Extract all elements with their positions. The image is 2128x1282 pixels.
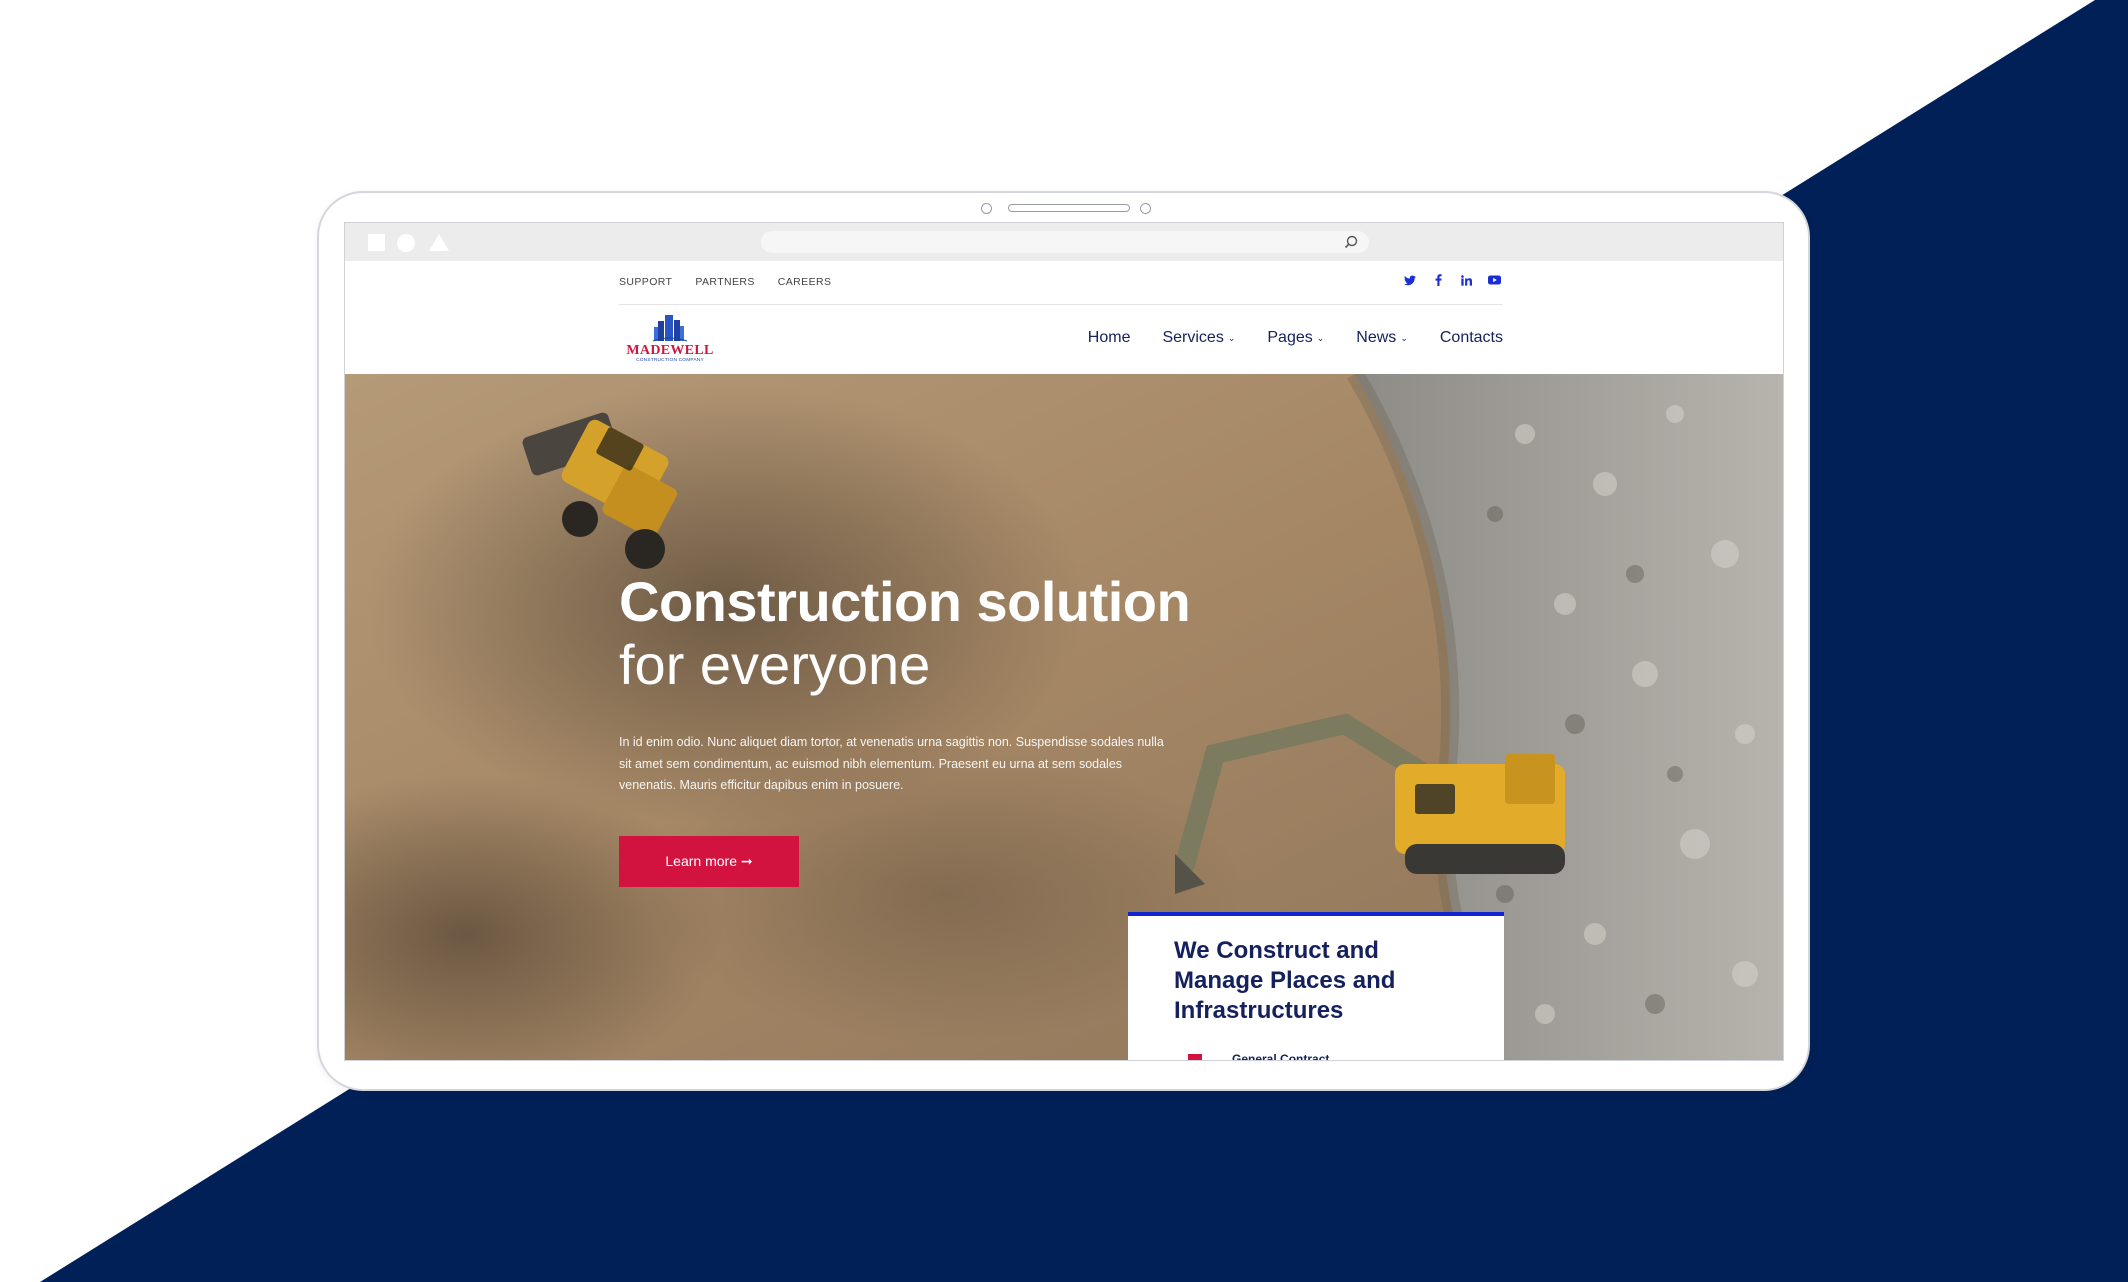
twitter-icon[interactable] bbox=[1403, 273, 1417, 287]
intro-card-item[interactable]: General Contract bbox=[1232, 1052, 1329, 1060]
hero-section: Construction solution for everyone In id… bbox=[345, 374, 1783, 1060]
hero-description: In id enim odio. Nunc aliquet diam torto… bbox=[619, 735, 1164, 792]
intro-card-title: We Construct and Manage Places and Infra… bbox=[1174, 937, 1396, 1024]
nav-news[interactable]: News ⌄ bbox=[1356, 329, 1408, 347]
nav-home[interactable]: Home bbox=[1088, 329, 1131, 347]
logo-subtitle: Construction Company bbox=[636, 358, 704, 363]
top-utility-bar: SUPPORT PARTNERS CAREERS bbox=[345, 261, 1783, 305]
nav-pages-label: Pages bbox=[1267, 329, 1313, 346]
facebook-icon[interactable] bbox=[1431, 273, 1445, 287]
nav-home-label: Home bbox=[1087, 329, 1131, 346]
main-nav: Home Services ⌄ Pages ⌄ News ⌄ Contacts bbox=[1088, 329, 1503, 347]
speaker-slot bbox=[1008, 204, 1130, 212]
chevron-down-icon: ⌄ bbox=[1400, 332, 1408, 343]
camera-dot-right bbox=[1140, 203, 1151, 214]
browser-chrome bbox=[345, 223, 1783, 261]
square-icon[interactable] bbox=[368, 234, 385, 251]
search-icon[interactable] bbox=[1343, 234, 1359, 250]
site-logo[interactable]: Madewell Construction Company bbox=[625, 311, 715, 365]
nav-pages[interactable]: Pages ⌄ bbox=[1267, 329, 1324, 347]
youtube-icon[interactable] bbox=[1487, 273, 1501, 287]
chevron-down-icon: ⌄ bbox=[1316, 332, 1325, 343]
address-bar[interactable] bbox=[761, 231, 1369, 253]
utility-links: SUPPORT PARTNERS CAREERS bbox=[619, 276, 831, 288]
circle-icon[interactable] bbox=[397, 234, 415, 252]
main-header: Madewell Construction Company Home Servi… bbox=[345, 305, 1783, 374]
general-contract-icon bbox=[1188, 1054, 1202, 1060]
learn-more-button[interactable]: Learn more ➞ bbox=[619, 836, 799, 887]
nav-contacts-label: Contacts bbox=[1439, 329, 1503, 346]
intro-card: We Construct and Manage Places and Infra… bbox=[1128, 912, 1504, 1060]
hero-title-line2: for everyone bbox=[619, 633, 931, 696]
logo-buildings-icon bbox=[652, 315, 688, 342]
linkedin-icon[interactable] bbox=[1459, 273, 1473, 287]
camera-dot-left bbox=[981, 203, 992, 214]
triangle-icon[interactable] bbox=[429, 234, 449, 251]
support-link[interactable]: SUPPORT bbox=[619, 276, 672, 288]
careers-link[interactable]: CAREERS bbox=[778, 276, 832, 288]
browser-window: SUPPORT PARTNERS CAREERS MADEWELL CONSTR… bbox=[344, 222, 1784, 1061]
nav-news-label: News bbox=[1356, 329, 1397, 346]
partners-link[interactable]: PARTNERS bbox=[695, 276, 754, 288]
nav-services[interactable]: Services ⌄ bbox=[1162, 329, 1235, 347]
nav-services-label: Services bbox=[1162, 329, 1224, 346]
logo-wordmark: Madewell bbox=[626, 343, 714, 358]
hero-background-image bbox=[345, 374, 1783, 1060]
social-links bbox=[1403, 273, 1501, 287]
hero-title-line1: Construction solution bbox=[619, 570, 1191, 633]
nav-contacts[interactable]: Contacts bbox=[1440, 329, 1503, 347]
chevron-down-icon: ⌄ bbox=[1227, 332, 1236, 343]
